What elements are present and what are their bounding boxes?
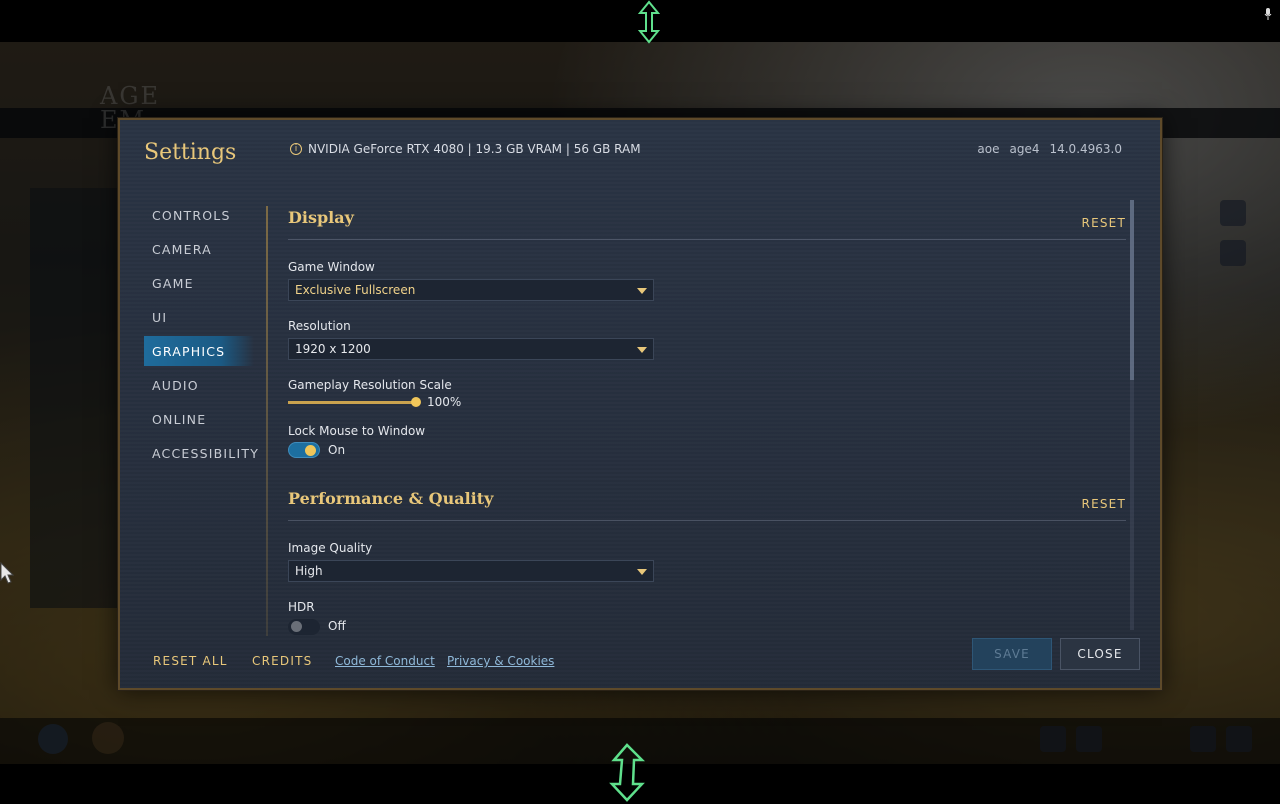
- settings-dialog: Settings i NVIDIA GeForce RTX 4080 | 19.…: [118, 118, 1162, 690]
- toggle-knob: [305, 445, 316, 456]
- lock-mouse-label: Lock Mouse to Window: [288, 424, 426, 438]
- system-info: i NVIDIA GeForce RTX 4080 | 19.3 GB VRAM…: [290, 142, 641, 156]
- image-quality-value: High: [295, 564, 323, 578]
- resolution-value: 1920 x 1200: [295, 342, 371, 356]
- nav-item-camera[interactable]: CAMERA: [144, 234, 254, 264]
- nav-item-controls[interactable]: CONTROLS: [144, 200, 254, 230]
- lock-mouse-state: On: [328, 443, 346, 457]
- hdr-toggle[interactable]: [288, 619, 320, 635]
- section-divider: [288, 520, 1126, 521]
- game-window-label: Game Window: [288, 260, 375, 274]
- chevron-down-icon: [637, 288, 647, 294]
- nav-item-game[interactable]: GAME: [144, 268, 254, 298]
- hdr-state: Off: [328, 619, 346, 633]
- save-button[interactable]: SAVE: [972, 638, 1052, 670]
- resize-vertical-icon[interactable]: [602, 742, 652, 802]
- reset-all-button[interactable]: RESET ALL: [153, 654, 228, 668]
- resolution-scale-label: Gameplay Resolution Scale: [288, 378, 452, 392]
- dialog-title: Settings: [144, 140, 237, 165]
- nav-divider: [266, 206, 268, 636]
- nav-item-online[interactable]: ONLINE: [144, 404, 254, 434]
- chevron-down-icon: [637, 569, 647, 575]
- hdr-label: HDR: [288, 600, 315, 614]
- dialog-footer: RESET ALL CREDITS Code of Conduct Privac…: [120, 634, 1160, 684]
- mouse-cursor-icon: [0, 562, 14, 584]
- nav-item-accessibility[interactable]: ACCESSIBILITY: [144, 438, 258, 468]
- code-of-conduct-link[interactable]: Code of Conduct: [335, 654, 435, 668]
- build-info: aoe age4 14.0.4963.0: [977, 142, 1122, 156]
- settings-nav: CONTROLS CAMERA GAME UI GRAPHICS AUDIO O…: [144, 200, 258, 472]
- chevron-down-icon: [637, 347, 647, 353]
- build-title-id: age4: [1009, 142, 1040, 156]
- settings-content: Display RESET Game Window Exclusive Full…: [288, 200, 1130, 640]
- scrollbar-thumb[interactable]: [1130, 200, 1134, 380]
- credits-button[interactable]: CREDITS: [252, 654, 312, 668]
- resolution-label: Resolution: [288, 319, 351, 333]
- microphone-icon: [1264, 8, 1272, 20]
- image-quality-label: Image Quality: [288, 541, 373, 555]
- lock-mouse-toggle[interactable]: [288, 442, 320, 458]
- performance-reset-button[interactable]: RESET: [1082, 497, 1126, 511]
- nav-item-audio[interactable]: AUDIO: [144, 370, 254, 400]
- build-game-id: aoe: [977, 142, 1000, 156]
- resolution-dropdown[interactable]: 1920 x 1200: [288, 338, 654, 360]
- image-quality-dropdown[interactable]: High: [288, 560, 654, 582]
- content-scrollbar[interactable]: [1130, 200, 1134, 630]
- section-divider: [288, 239, 1126, 240]
- section-title-performance: Performance & Quality: [288, 489, 494, 508]
- privacy-cookies-link[interactable]: Privacy & Cookies: [447, 654, 554, 668]
- resize-vertical-icon[interactable]: [632, 0, 666, 44]
- display-reset-button[interactable]: RESET: [1082, 216, 1126, 230]
- info-icon: i: [290, 143, 302, 155]
- system-info-text: NVIDIA GeForce RTX 4080 | 19.3 GB VRAM |…: [308, 142, 641, 156]
- nav-item-graphics[interactable]: GRAPHICS: [144, 336, 254, 366]
- game-window-dropdown[interactable]: Exclusive Fullscreen: [288, 279, 654, 301]
- build-version: 14.0.4963.0: [1049, 142, 1122, 156]
- game-window-value: Exclusive Fullscreen: [295, 283, 416, 297]
- resolution-scale-slider-thumb[interactable]: [411, 397, 421, 407]
- resolution-scale-value: 100%: [427, 395, 462, 409]
- toggle-knob: [291, 621, 302, 632]
- close-button[interactable]: CLOSE: [1060, 638, 1140, 670]
- resolution-scale-slider[interactable]: [288, 401, 416, 404]
- nav-item-ui[interactable]: UI: [144, 302, 254, 332]
- section-title-display: Display: [288, 208, 354, 227]
